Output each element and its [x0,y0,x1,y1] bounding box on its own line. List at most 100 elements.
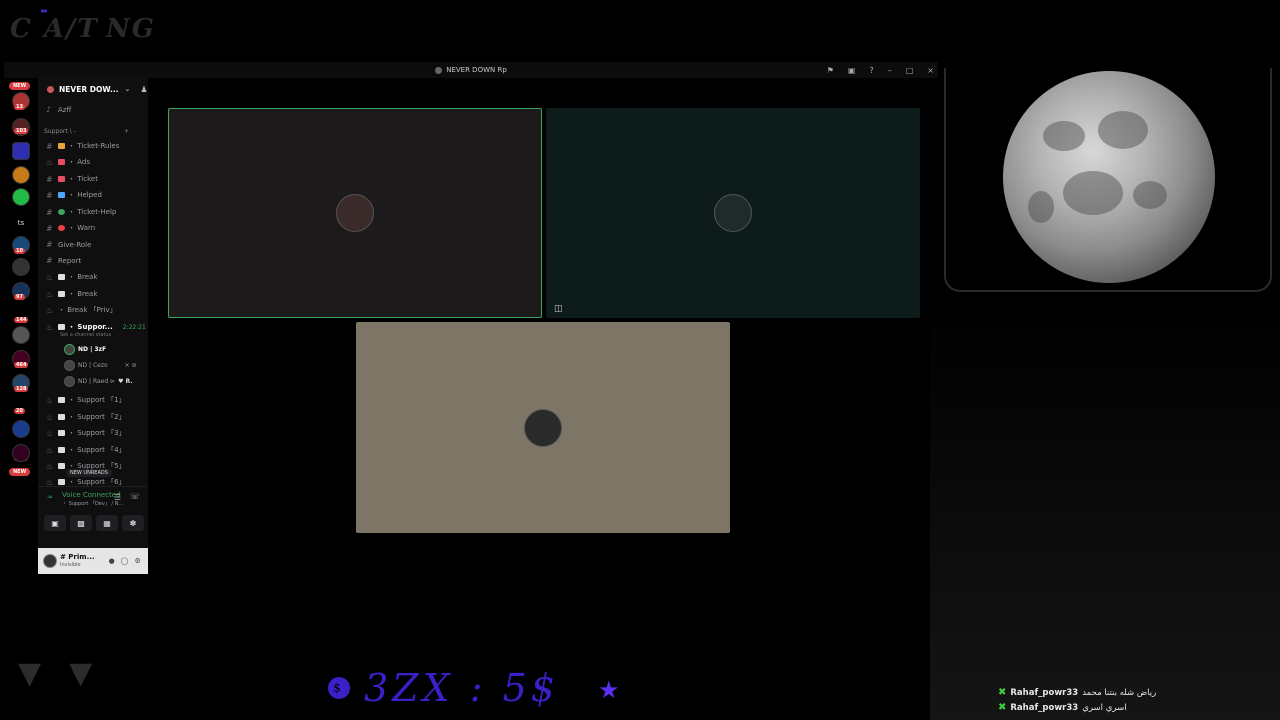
channel-label: ・ Break 「Priv」 [58,306,117,314]
voice-user[interactable]: ND | Raed ⊳ ♥ R. [64,376,133,387]
channel-item[interactable]: # ・ Ticket-Rules [46,141,119,151]
voice-user[interactable]: ND | 3zF [64,344,106,355]
moon-crater [1043,121,1085,151]
channel-item[interactable]: # Report [46,256,81,265]
new-badge-bottom[interactable]: NEW [9,468,31,476]
moon-crater [1098,111,1148,149]
soundboard-button[interactable]: ✽ [122,515,144,531]
channel-item[interactable]: ♨ ・ Support 「1」 [46,395,126,405]
server-icon[interactable] [12,142,30,160]
server-icon[interactable] [12,444,30,462]
channel-item[interactable]: # ・ Ticket-Help [46,207,116,217]
speaker-icon: ♨ [46,305,54,315]
channel-emoji [58,479,65,485]
channel-label: ・ Ads [68,158,90,166]
chat-text: رياض شله بنتنا محمد [1082,687,1157,698]
channel-label: ・ Warn [68,224,96,232]
server-icon[interactable] [12,166,30,184]
video-tile[interactable]: ◫ [546,108,920,318]
user-info[interactable]: # Prim... Invisible [60,553,95,569]
mention-badge: 13 [14,104,25,110]
server-icon[interactable] [12,326,30,344]
participant-avatar [524,408,562,447]
new-badge-top[interactable]: NEW [9,82,31,90]
user-status: Invisible [60,562,81,568]
user-name: ND | 3zF [78,346,107,353]
active-voice-channel[interactable]: ♨ ・ Suppor... 2:22:21 [46,322,146,332]
user-panel: # Prim... Invisible ● ◯ ⚙ [38,548,148,574]
user-name: # Prim... [60,553,95,561]
server-header[interactable]: NEVER DOW... ⌄ ♟ [38,78,148,100]
channel-item[interactable]: ♨ ・ Support 「4」 [46,445,126,455]
speaker-icon: ♨ [46,322,54,332]
voice-actions: ▣ ▩ ▦ ✽ [44,515,144,531]
threads-icon[interactable]: ⚑ [827,66,834,75]
channel-item[interactable]: # ・ Ticket [46,174,98,184]
channel-emoji [58,324,65,330]
channel-item[interactable]: ♨ ・ Break 「Priv」 [46,305,117,315]
headphones-icon[interactable]: ◯ [121,557,129,565]
channel-item[interactable]: ♨ ・ Support 「3」 [46,428,126,438]
moon-crater [1028,191,1054,223]
server-icon[interactable] [12,420,30,438]
add-member-icon[interactable]: ♟ [140,85,147,94]
channel-emoji [58,463,65,469]
channel-azff[interactable]: ♪ Azff [46,105,71,114]
microphone-icon[interactable]: ● [109,557,115,565]
channel-label: ・ Helped [68,191,102,199]
video-tile-speaking[interactable] [168,108,542,318]
disconnect-icon[interactable]: ☏ [130,492,140,501]
user-avatar[interactable] [43,554,57,568]
speaker-icon: ♨ [46,272,54,282]
mention-badge: 103 [14,128,29,134]
voice-status[interactable]: Voice Connected [62,491,121,499]
noise-suppression-icon[interactable]: ☰ [114,493,121,502]
channel-item[interactable]: # ・ Helped [46,190,102,200]
voice-user[interactable]: ND | Cezo × ⊘ [64,360,137,371]
inbox-icon[interactable]: ▣ [848,66,856,75]
channel-emoji [58,225,65,231]
speaker-icon: ♨ [46,395,54,405]
screen-share-button[interactable]: ▩ [70,515,92,531]
video-tile[interactable] [356,322,730,533]
server-icon-ts[interactable]: ts [12,214,30,232]
channel-label: ・ Support 「1」 [68,396,126,404]
channel-item[interactable]: # Give-Role [46,240,91,249]
chat-message: ✖ Rahaf_powr33 رياض شله بنتنا محمد [998,687,1258,698]
channel-emoji [58,447,65,453]
voice-channel-icon: ♪ [46,105,52,114]
voice-connected-panel: ≈ Voice Connected ・ Support 「Dev」 / N...… [38,486,148,546]
minimize-button[interactable]: – [888,66,892,75]
close-button[interactable]: × [927,66,934,75]
camera-button[interactable]: ▣ [44,515,66,531]
avatar [64,360,75,371]
category-support[interactable]: Support \ - + [44,128,129,135]
channel-item[interactable]: ♨ ・ Break [46,289,97,299]
signal-icon[interactable]: ≈ [47,493,53,501]
activities-button[interactable]: ▦ [96,515,118,531]
add-channel-icon[interactable]: + [124,128,129,135]
maximize-button[interactable]: □ [906,66,914,75]
channel-label: ・ Suppor... [68,323,113,331]
hash-icon: # [46,223,53,233]
title-bar: NEVER DOWN Rp ⚑ ▣ ? – □ × [4,62,938,78]
channel-emoji [58,291,65,297]
channel-emoji [58,176,65,182]
channel-item[interactable]: ♨ ・ Support 「2」 [46,412,126,422]
mention-badge: 20 [14,408,25,414]
speaker-icon: ♨ [46,289,54,299]
speaker-icon: ♨ [46,445,54,455]
new-unreads-pill[interactable]: NEW UNREADS [66,469,112,477]
server-icon[interactable] [12,188,30,206]
channel-label: Report [58,256,82,265]
channel-item[interactable]: ♨ ・ Ads [46,157,90,167]
channel-label: Azff [58,105,72,114]
settings-gear-icon[interactable]: ⚙ [135,557,141,565]
help-icon[interactable]: ? [869,66,873,75]
channel-status[interactable]: Set a channel status [60,332,111,338]
channel-item[interactable]: ♨ ・ Break [46,272,97,282]
stream-icon[interactable]: ◫ [554,304,563,314]
channel-item[interactable]: # ・ Warn [46,223,95,233]
server-icon[interactable] [12,258,30,276]
twitch-badge-icon: ✖ [998,702,1007,713]
